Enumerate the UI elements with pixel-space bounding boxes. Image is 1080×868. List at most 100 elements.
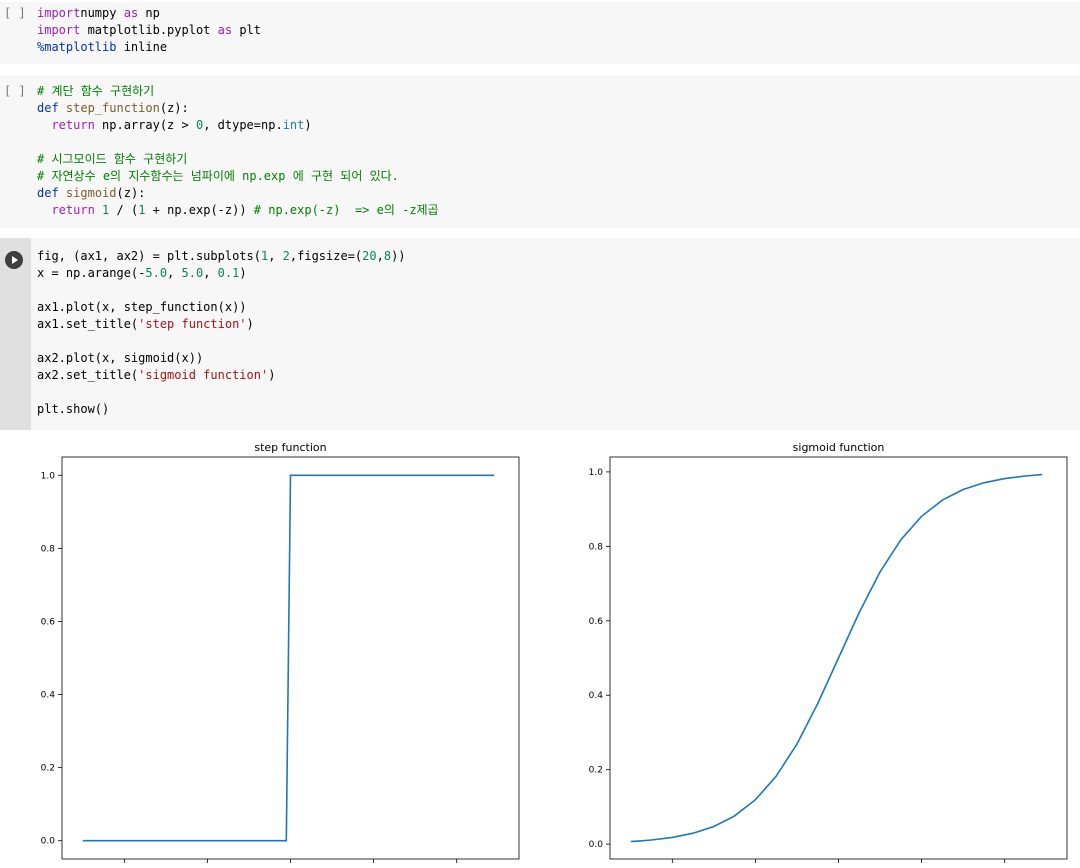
code-token: 8 bbox=[383, 249, 392, 263]
code-token: 0.1 bbox=[217, 266, 240, 280]
code-line: # 계단 함수 구현하기 bbox=[37, 83, 439, 100]
code-token: , bbox=[167, 266, 182, 280]
code-line: %matplotlib inline bbox=[37, 39, 261, 56]
code-token: 5.0 bbox=[181, 266, 204, 280]
code-editor[interactable]: importnumpy as np import matplotlib.pyplo… bbox=[37, 5, 261, 56]
chart-title: step function bbox=[254, 441, 326, 454]
code-token: matplotlib.pyplot bbox=[80, 23, 218, 37]
code-line: return 1 / (1 + np.exp(-z)) # np.exp(-z)… bbox=[37, 202, 439, 219]
code-token: inline bbox=[116, 40, 168, 54]
y-tick-label: 0.4 bbox=[41, 691, 56, 701]
code-token: , dtype=np. bbox=[203, 118, 283, 132]
code-token: (z): bbox=[159, 101, 189, 115]
series-line bbox=[630, 473, 1043, 843]
code-token: ax2.plot(x, sigmoid(x)) bbox=[37, 351, 204, 365]
code-token: 'step function' bbox=[138, 317, 247, 331]
code-line: ax1.set_title('step function') bbox=[37, 316, 406, 333]
series-line bbox=[82, 474, 495, 842]
code-token: (z): bbox=[116, 186, 146, 200]
y-tick-label: 1.0 bbox=[41, 471, 56, 481]
code-line: ax1.plot(x, step_function(x)) bbox=[37, 299, 406, 316]
y-tick-label: 1.0 bbox=[589, 468, 604, 478]
code-token: plt bbox=[232, 23, 261, 37]
code-token: ,figsize=( bbox=[289, 249, 363, 263]
code-token: 20 bbox=[362, 249, 377, 263]
code-token: plt.show() bbox=[37, 402, 110, 416]
code-token: def bbox=[37, 101, 59, 115]
axes-sigmoid-function: sigmoid function 0.0 0.2 0.4 0.6 0.8 1.0 bbox=[589, 441, 1068, 863]
code-token: return bbox=[51, 203, 95, 217]
code-token: 5.0 bbox=[145, 266, 168, 280]
code-token: , bbox=[203, 266, 218, 280]
code-line: ax2.plot(x, sigmoid(x)) bbox=[37, 350, 406, 367]
code-token: import bbox=[37, 23, 81, 37]
code-token: import bbox=[37, 6, 81, 20]
code-token: %matplotlib bbox=[37, 40, 117, 54]
code-token: # 시그모이드 함수 구현하기 bbox=[37, 152, 188, 166]
code-token: )) bbox=[391, 249, 406, 263]
code-token: ax1.set_title( bbox=[37, 317, 139, 331]
run-cell-icon[interactable] bbox=[5, 251, 23, 269]
code-cell-plot[interactable]: fig, (ax1, ax2) = plt.subplots(1, 2,figs… bbox=[0, 238, 1080, 430]
cell-gutter bbox=[0, 238, 31, 430]
code-token: step_function bbox=[65, 101, 160, 115]
y-tick-label: 0.6 bbox=[41, 617, 56, 627]
code-line: return np.array(z > 0, dtype=np.int) bbox=[37, 117, 439, 134]
y-tick-label: 0.2 bbox=[41, 764, 55, 774]
execution-count[interactable]: [ ] bbox=[4, 84, 26, 98]
code-cell-functions[interactable]: [ ] # 계단 함수 구현하기 def step_function(z): re… bbox=[0, 75, 1080, 228]
y-tick-label: 0.8 bbox=[41, 544, 56, 554]
code-token: x = np.arange(- bbox=[37, 266, 146, 280]
code-line: def sigmoid(z): bbox=[37, 185, 439, 202]
code-token: + np.exp(-z)) bbox=[145, 203, 254, 217]
code-token: ax1.plot(x, step_function(x)) bbox=[37, 300, 247, 314]
code-line: plt.show() bbox=[37, 401, 406, 418]
code-token: ) bbox=[268, 368, 276, 382]
code-token: # np.exp(-z) => e의 -z제곱 bbox=[253, 203, 439, 217]
y-tick-label: 0.2 bbox=[589, 766, 603, 776]
execution-count[interactable]: [ ] bbox=[4, 6, 26, 20]
code-line: # 시그모이드 함수 구현하기 bbox=[37, 151, 439, 168]
code-token: , bbox=[268, 249, 283, 263]
code-line: # 자연상수 e의 지수함수는 넘파이에 np.exp 에 구현 되어 있다. bbox=[37, 168, 439, 185]
code-token: return bbox=[51, 118, 95, 132]
code-token: / ( bbox=[109, 203, 139, 217]
code-token: as bbox=[217, 23, 233, 37]
code-token: # 계단 함수 구현하기 bbox=[37, 84, 155, 98]
y-tick-label: 0.6 bbox=[589, 617, 604, 627]
code-token: ) bbox=[246, 317, 254, 331]
cell-output: step function 0.0 0.2 0.4 0.6 0.8 1.0 sigmoid … bbox=[0, 430, 1080, 864]
code-line: def step_function(z): bbox=[37, 100, 439, 117]
code-editor[interactable]: fig, (ax1, ax2) = plt.subplots(1, 2,figs… bbox=[37, 248, 406, 418]
code-editor[interactable]: # 계단 함수 구현하기 def step_function(z): return… bbox=[37, 83, 439, 219]
code-token: def bbox=[37, 186, 59, 200]
chart-title: sigmoid function bbox=[793, 441, 885, 454]
code-token: fig, (ax1, ax2) = plt.subplots( bbox=[37, 249, 261, 263]
cell-gutter[interactable]: [ ] bbox=[0, 2, 31, 64]
cell-gutter[interactable]: [ ] bbox=[0, 75, 31, 228]
code-token: np.array(z > bbox=[94, 118, 196, 132]
y-tick-label: 0.0 bbox=[41, 837, 56, 847]
code-cell-imports[interactable]: [ ] importnumpy as np import matplotlib.p… bbox=[0, 2, 1080, 64]
code-token: ) bbox=[239, 266, 247, 280]
y-tick-label: 0.0 bbox=[589, 840, 604, 850]
code-token: np bbox=[138, 6, 160, 20]
code-token: # 자연상수 e의 지수함수는 넘파이에 np.exp 에 구현 되어 있다. bbox=[37, 169, 399, 183]
code-token: , bbox=[376, 249, 384, 263]
code-line: fig, (ax1, ax2) = plt.subplots(1, 2,figs… bbox=[37, 248, 406, 265]
code-token: as bbox=[123, 6, 139, 20]
code-line: importnumpy as np bbox=[37, 5, 261, 22]
code-token: 2 bbox=[282, 249, 290, 263]
code-line: x = np.arange(-5.0, 5.0, 0.1) bbox=[37, 265, 406, 282]
axes-step-function: step function 0.0 0.2 0.4 0.6 0.8 1.0 bbox=[41, 441, 520, 863]
code-token: numpy bbox=[80, 6, 124, 20]
y-tick-label: 0.4 bbox=[589, 691, 604, 701]
